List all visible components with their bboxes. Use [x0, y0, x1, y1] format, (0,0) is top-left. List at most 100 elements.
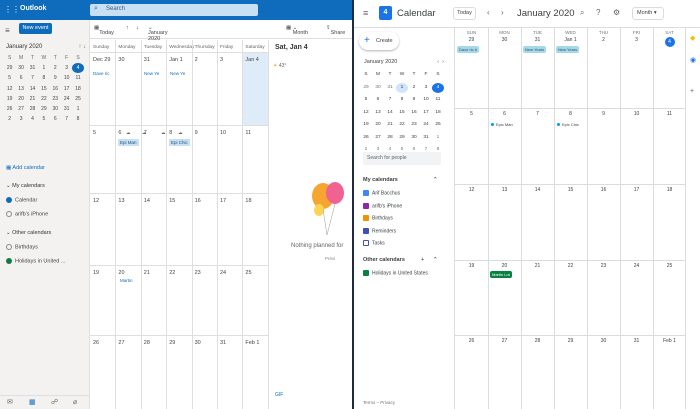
mini-calendar-day[interactable]: 30 [50, 104, 61, 114]
checkbox[interactable] [363, 227, 369, 234]
mini-calendar-day[interactable]: 28 [384, 133, 396, 146]
day-cell-number[interactable]: 31 [620, 338, 653, 344]
calendar-event[interactable]: New Ye [144, 71, 159, 76]
gif-link[interactable]: GIF [275, 392, 283, 398]
mini-calendar-day[interactable]: 23 [408, 120, 420, 133]
calendar-item[interactable]: Tasks [363, 240, 385, 246]
add-addon-icon[interactable]: + [690, 88, 694, 95]
view-selector[interactable]: Month ▾ [632, 7, 664, 20]
day-cell-number[interactable]: 16 [195, 198, 201, 204]
calendar-item-holidays[interactable]: Holidays in United ... [6, 258, 65, 264]
calendar-item-calendar[interactable]: Calendar [6, 197, 37, 203]
mini-calendar-day[interactable]: 19 [4, 94, 15, 104]
mini-calendar-day[interactable]: 2 [4, 114, 15, 124]
mini-calendar-day[interactable]: 31 [27, 63, 38, 73]
day-cell-number[interactable]: 6 [118, 130, 121, 136]
mini-calendar-day[interactable]: 2 [50, 63, 61, 73]
day-cell-number[interactable]: 29 [554, 338, 587, 344]
mini-calendar-day[interactable]: 29 [360, 83, 372, 96]
mini-calendar-day[interactable]: 16 [50, 84, 61, 94]
calendar-event[interactable]: Epi Man [118, 139, 139, 146]
mini-calendar-day[interactable]: 24 [61, 94, 72, 104]
day-cell-number[interactable]: Feb 1 [653, 338, 686, 344]
mini-calendar-day[interactable]: 1 [38, 63, 49, 73]
mini-calendar-day[interactable]: 22 [38, 94, 49, 104]
app-launcher-icon[interactable]: ⋮⋮ [4, 5, 20, 15]
mini-calendar-day[interactable]: 7 [27, 73, 38, 83]
day-cell-number[interactable]: 11 [245, 130, 251, 136]
calendar-event[interactable]: Epi Chic [169, 139, 190, 146]
calendar-event[interactable]: Epic Man [491, 122, 513, 127]
day-cell-number[interactable]: 29 [455, 37, 488, 43]
mini-calendar-day[interactable]: 16 [408, 108, 420, 121]
day-cell-number[interactable]: 31 [220, 340, 226, 346]
keep-icon[interactable]: ◆ [690, 34, 695, 42]
attachment-icon[interactable]: ⌀ [73, 398, 77, 406]
day-cell-number[interactable]: 17 [620, 187, 653, 193]
day-cell-number[interactable]: 30 [587, 338, 620, 344]
calendar-event[interactable]: Epic Chic [557, 122, 579, 127]
previous-month-icon[interactable]: ‹ [487, 8, 490, 17]
day-cell-number[interactable]: 25 [245, 270, 251, 276]
mini-calendar-day[interactable]: 23 [50, 94, 61, 104]
calendar-item[interactable]: Birthdays [363, 215, 393, 221]
mini-calendar-nav-arrows-icon[interactable]: ↑ ↓ [78, 44, 86, 50]
day-cell-number[interactable]: 25 [653, 263, 686, 269]
mini-calendar-day[interactable]: 6 [50, 114, 61, 124]
search-people-input[interactable]: Search for people [363, 152, 441, 165]
day-cell-number[interactable]: 22 [169, 270, 175, 276]
calendar-icon[interactable]: ▦ [29, 398, 36, 406]
day-cell-number[interactable]: 13 [488, 187, 521, 193]
mini-calendar-day[interactable]: 14 [384, 108, 396, 121]
mini-calendar-day[interactable]: 27 [15, 104, 26, 114]
mini-calendar-day[interactable]: 7 [384, 95, 396, 108]
mini-calendar-day[interactable]: 21 [384, 120, 396, 133]
checkbox[interactable] [363, 215, 369, 221]
mini-calendar-day[interactable]: 29 [4, 63, 15, 73]
mini-calendar-day[interactable]: 26 [4, 104, 15, 114]
mini-calendar-day[interactable]: 19 [360, 120, 372, 133]
settings-gear-icon[interactable]: ⚙ [613, 8, 620, 17]
day-cell-number[interactable]: 29 [169, 340, 175, 346]
day-cell-number[interactable]: 10 [220, 130, 226, 136]
day-cell-number[interactable]: 13 [118, 198, 124, 204]
mini-calendar-day[interactable]: 12 [360, 108, 372, 121]
day-cell-number[interactable]: 28 [144, 340, 150, 346]
day-cell-number[interactable]: Jan 4 [245, 57, 258, 63]
calendar-event-chip[interactable]: New Years [556, 46, 580, 53]
calendar-event[interactable]: Dave ric [93, 71, 110, 76]
mini-calendar-day[interactable]: 14 [27, 84, 38, 94]
mini-calendar-day[interactable]: 17 [420, 108, 432, 121]
mini-calendar-day[interactable]: 4 [72, 63, 84, 74]
calendar-event-chip[interactable]: Dave ric b [457, 46, 480, 53]
day-cell-number[interactable]: 27 [118, 340, 124, 346]
mini-calendar-day[interactable]: 25 [432, 120, 444, 133]
mini-calendar-day[interactable]: 27 [372, 133, 384, 146]
calendar-item-holidays[interactable]: Holidays in United States [363, 270, 428, 276]
month-title[interactable]: January 2020 ⌄ [148, 25, 168, 42]
mini-calendar-day[interactable]: 18 [72, 84, 83, 94]
day-cell-number[interactable]: 30 [488, 37, 521, 43]
tasks-icon[interactable]: ◉ [690, 56, 696, 64]
mini-calendar-day[interactable]: 10 [61, 73, 72, 83]
hamburger-menu-icon[interactable]: ≡ [5, 26, 10, 35]
day-cell-number[interactable]: 31 [521, 37, 554, 43]
mini-calendar-day[interactable]: 31 [384, 83, 396, 96]
day-cell-number[interactable]: 24 [620, 263, 653, 269]
other-calendars-header[interactable]: ⌄ Other calendars [6, 230, 51, 236]
day-cell-number[interactable]: 23 [195, 270, 201, 276]
prev-arrow-icon[interactable]: ↑ [126, 25, 129, 31]
mini-calendar-day[interactable]: 29 [38, 104, 49, 114]
day-cell-number[interactable]: 3 [620, 37, 653, 43]
mini-calendar-day[interactable]: 15 [38, 84, 49, 94]
day-cell-number[interactable]: 17 [220, 198, 226, 204]
day-cell-number[interactable]: 21 [144, 270, 150, 276]
day-cell-number[interactable]: 28 [521, 338, 554, 344]
mini-calendar-day[interactable]: 20 [372, 120, 384, 133]
day-cell-number[interactable]: 24 [220, 270, 226, 276]
day-cell-number[interactable]: 19 [455, 263, 488, 269]
day-cell-number[interactable]: 27 [488, 338, 521, 344]
new-event-button[interactable]: New event [19, 23, 52, 34]
mini-calendar-day[interactable]: 9 [408, 95, 420, 108]
day-cell-number[interactable]: 30 [195, 340, 201, 346]
